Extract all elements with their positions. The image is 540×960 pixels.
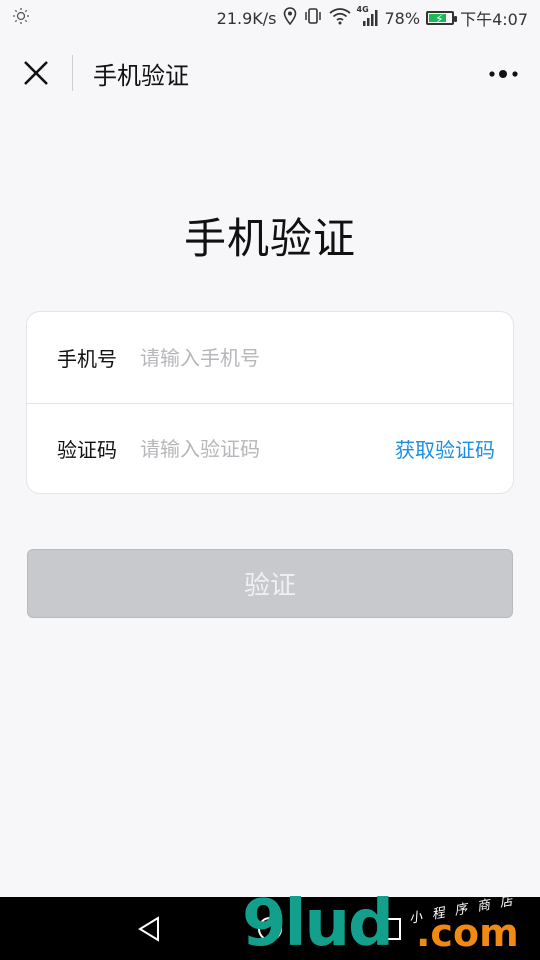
charging-icon: ⚡ (435, 12, 444, 26)
more-icon (489, 70, 518, 78)
wifi-icon (328, 7, 351, 29)
code-row: 验证码 获取验证码 (27, 403, 513, 494)
nav-divider (72, 55, 73, 91)
code-label: 验证码 (57, 438, 117, 462)
phone-input[interactable] (140, 345, 513, 370)
phone-row: 手机号 (27, 312, 513, 404)
signal-icon: 4G (357, 5, 379, 27)
status-time: 下午4:07 (460, 10, 528, 29)
location-icon (283, 7, 297, 29)
battery-percent: 78% (384, 8, 421, 28)
page-title: 手机验证 (183, 214, 356, 263)
status-left (12, 7, 30, 29)
status-right: 21.9K/s 4G 78% ⚡ 下午4:07 (216, 5, 528, 30)
brightness-icon (12, 7, 30, 29)
watermark-logo: 9lud .com 小程序商店 (238, 892, 538, 958)
nav-bar: 手机验证 (0, 36, 540, 110)
back-icon (138, 916, 159, 942)
close-button[interactable] (0, 36, 72, 110)
verification-form: 手机号 验证码 获取验证码 (26, 311, 514, 494)
back-button[interactable] (134, 913, 166, 945)
more-button[interactable] (488, 58, 520, 90)
vibrate-icon (303, 7, 323, 29)
battery-icon: ⚡ (426, 11, 458, 26)
network-speed: 21.9K/s (216, 8, 277, 28)
phone-label: 手机号 (57, 347, 117, 371)
status-bar: 21.9K/s 4G 78% ⚡ 下午4:07 (0, 0, 540, 36)
get-code-button[interactable]: 获取验证码 (395, 434, 513, 463)
verify-button[interactable]: 验证 (27, 549, 513, 618)
nav-title: 手机验证 (93, 61, 189, 90)
close-icon (24, 61, 48, 85)
code-input[interactable] (140, 436, 395, 461)
watermark-brand: 9lud (242, 887, 394, 960)
page: 21.9K/s 4G 78% ⚡ 下午4:07 手机验证 手机验证 手机号 请输… (0, 0, 540, 960)
